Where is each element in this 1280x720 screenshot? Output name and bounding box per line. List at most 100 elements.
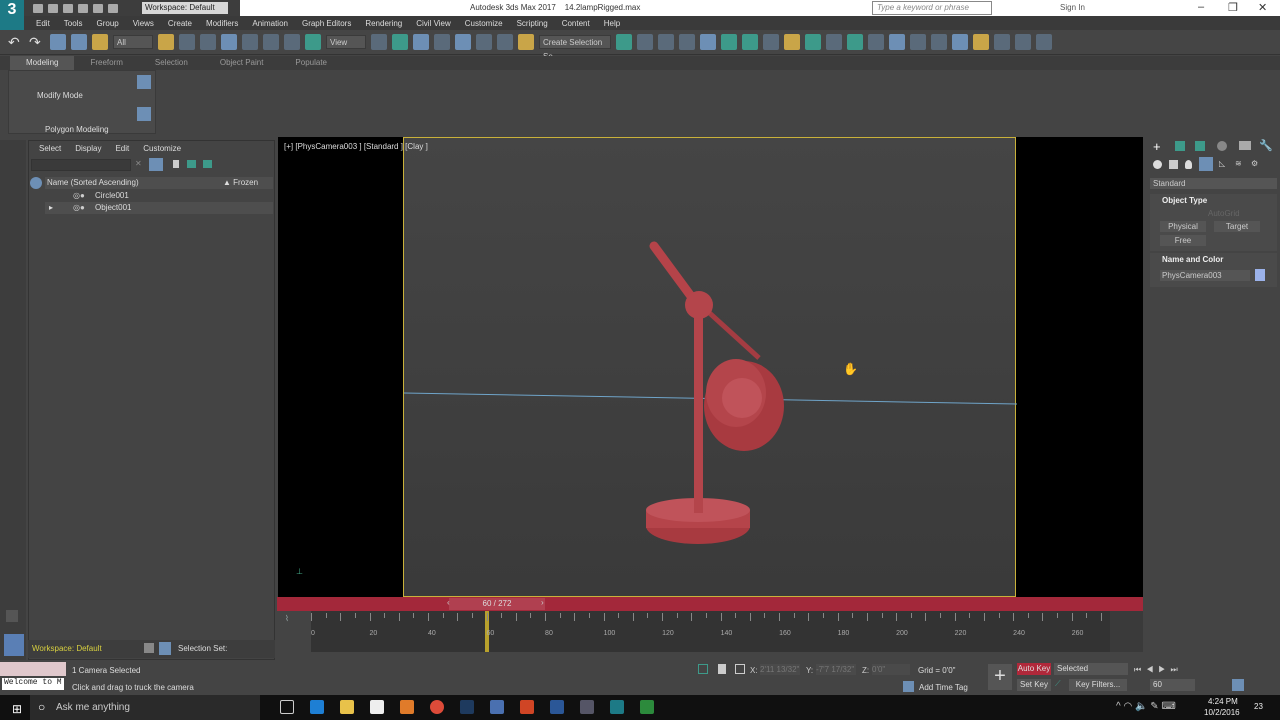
pivot-icon[interactable]: [371, 34, 387, 50]
menu-scripting[interactable]: Scripting: [517, 19, 548, 28]
x-coordinate-input[interactable]: 2'11 13/32": [760, 664, 800, 675]
cameras-icon[interactable]: [1199, 157, 1213, 171]
app-logo[interactable]: 3: [0, 0, 24, 30]
next-frame-icon[interactable]: ›: [541, 598, 544, 607]
window-crossing-icon[interactable]: [221, 34, 237, 50]
maxscript-mini-listener[interactable]: Welcome to M: [2, 678, 64, 690]
utilities-tab-icon[interactable]: 🔧: [1259, 139, 1273, 152]
clock-date[interactable]: 10/2/2016: [1204, 708, 1240, 717]
set-key-button[interactable]: Set Key: [1017, 679, 1051, 691]
time-tag-icon[interactable]: [903, 681, 914, 692]
close-icon[interactable]: ✕: [1258, 1, 1267, 14]
tab-selection[interactable]: Selection: [139, 56, 204, 70]
unlink-icon[interactable]: [71, 34, 87, 50]
absolute-mode-icon[interactable]: [735, 664, 745, 674]
add-time-tag-button[interactable]: Add Time Tag: [919, 683, 968, 692]
save-icon[interactable]: [63, 3, 73, 13]
project-icon[interactable]: [108, 3, 118, 13]
named-selection-dropdown[interactable]: Create Selection Se: [539, 35, 611, 61]
key-filters-button[interactable]: Key Filters...: [1069, 679, 1127, 691]
scene-menu-edit[interactable]: Edit: [115, 144, 129, 153]
select-manipulate-icon[interactable]: [392, 34, 408, 50]
windows-start-icon[interactable]: ⊞: [12, 702, 22, 716]
menu-content[interactable]: Content: [562, 19, 590, 28]
select-by-name-icon[interactable]: [179, 34, 195, 50]
rendered-frame-icon[interactable]: [805, 34, 821, 50]
shapes-icon[interactable]: [1169, 160, 1178, 169]
ribbon-toggle-icon[interactable]: [700, 34, 716, 50]
time-slider[interactable]: 60 / 272 ‹ ›: [277, 597, 1143, 611]
eye-icon[interactable]: ◎●: [73, 202, 85, 214]
camtasia-icon[interactable]: [640, 700, 654, 714]
search-input[interactable]: Type a keyword or phrase: [872, 1, 992, 15]
column-header-name[interactable]: Name (Sorted Ascending) ▲ Frozen: [45, 177, 273, 189]
helpers-icon[interactable]: ◺: [1219, 159, 1225, 168]
hierarchy-icon[interactable]: [187, 160, 196, 168]
stop-clip-icon[interactable]: [1036, 34, 1052, 50]
task-view-icon[interactable]: [280, 700, 294, 714]
expand-icon[interactable]: ▸: [49, 202, 53, 214]
cortana-search[interactable]: ○ Ask me anything: [30, 695, 260, 720]
scale-icon[interactable]: [284, 34, 300, 50]
menu-help[interactable]: Help: [604, 19, 620, 28]
maximize-icon[interactable]: ❐: [1228, 1, 1238, 14]
set-keys-button[interactable]: +: [988, 664, 1012, 690]
current-frame-input[interactable]: 60: [1150, 679, 1195, 691]
undo-icon[interactable]: [78, 3, 88, 13]
isolate-selection-icon[interactable]: [698, 664, 708, 674]
name-color-header[interactable]: Name and Color: [1162, 255, 1223, 264]
mirror-icon[interactable]: [616, 34, 632, 50]
media-icon[interactable]: [400, 700, 414, 714]
ref-coord-dropdown[interactable]: View: [326, 35, 366, 49]
render-iterative-icon[interactable]: [868, 34, 884, 50]
spinner-snap-icon[interactable]: [497, 34, 513, 50]
frozen-column-label[interactable]: ▲ Frozen: [223, 177, 258, 189]
undo-icon[interactable]: ↶: [8, 34, 24, 50]
create-tab-icon[interactable]: +: [1153, 139, 1161, 154]
chrome-icon[interactable]: [430, 700, 444, 714]
layers-icon[interactable]: [144, 643, 154, 653]
scene-menu-customize[interactable]: Customize: [143, 144, 181, 153]
selection-filter-dropdown[interactable]: All: [113, 35, 153, 49]
menu-edit[interactable]: Edit: [36, 19, 50, 28]
menu-views[interactable]: Views: [133, 19, 154, 28]
workspace-selector[interactable]: Workspace: Default: [32, 644, 102, 653]
category-dropdown[interactable]: Standard: [1150, 178, 1277, 189]
move-icon[interactable]: [242, 34, 258, 50]
auto-key-button[interactable]: Auto Key: [1017, 663, 1051, 675]
select-object-icon[interactable]: [158, 34, 174, 50]
scene-item-circle001[interactable]: ◎● Circle001: [45, 190, 273, 202]
modify-tab-icon[interactable]: [1175, 141, 1185, 151]
menu-rendering[interactable]: Rendering: [365, 19, 402, 28]
zoom-extents-icon[interactable]: [1232, 679, 1244, 691]
maxscript-listener[interactable]: [0, 662, 66, 676]
rect-selection-icon[interactable]: [200, 34, 216, 50]
schematic-view-icon[interactable]: [742, 34, 758, 50]
camera-viewport[interactable]: [+] [PhysCamera003 ] [Standard ] [Clay ]…: [278, 137, 1143, 597]
notification-icon[interactable]: 23: [1254, 702, 1263, 711]
angle-snap-icon[interactable]: [455, 34, 471, 50]
selection-lock-icon[interactable]: [718, 664, 726, 674]
systems-icon[interactable]: ⚙: [1251, 159, 1258, 168]
material-editor-icon[interactable]: [763, 34, 779, 50]
edge-icon[interactable]: [310, 700, 324, 714]
eye-icon[interactable]: ◎●: [73, 190, 85, 202]
play-clip-icon[interactable]: [1015, 34, 1031, 50]
viewport-layout-icon[interactable]: [4, 634, 24, 656]
hierarchy-tab-icon[interactable]: [1195, 141, 1205, 151]
scene-item-object001[interactable]: ▸ ◎● Object001: [45, 202, 273, 214]
expand-panel-icon[interactable]: [6, 610, 18, 622]
object-name-input[interactable]: PhysCamera003: [1160, 270, 1250, 281]
y-coordinate-input[interactable]: -7'7 17/32": [816, 664, 856, 675]
tab-freeform[interactable]: Freeform: [74, 56, 138, 70]
powerpoint-icon[interactable]: [520, 700, 534, 714]
redo-icon[interactable]: ↷: [29, 34, 45, 50]
network-icon[interactable]: [490, 700, 504, 714]
a360-icon[interactable]: [889, 34, 905, 50]
system-tray-icons[interactable]: ^ ◠ 🔈 ✎ ⌨: [1116, 701, 1176, 712]
display-tab-icon[interactable]: [1239, 141, 1251, 150]
key-mode-dropdown[interactable]: Selected: [1054, 663, 1128, 675]
photoshop-icon[interactable]: [460, 700, 474, 714]
playback-icon[interactable]: [994, 34, 1010, 50]
time-slider-thumb[interactable]: 60 / 272: [449, 598, 545, 610]
